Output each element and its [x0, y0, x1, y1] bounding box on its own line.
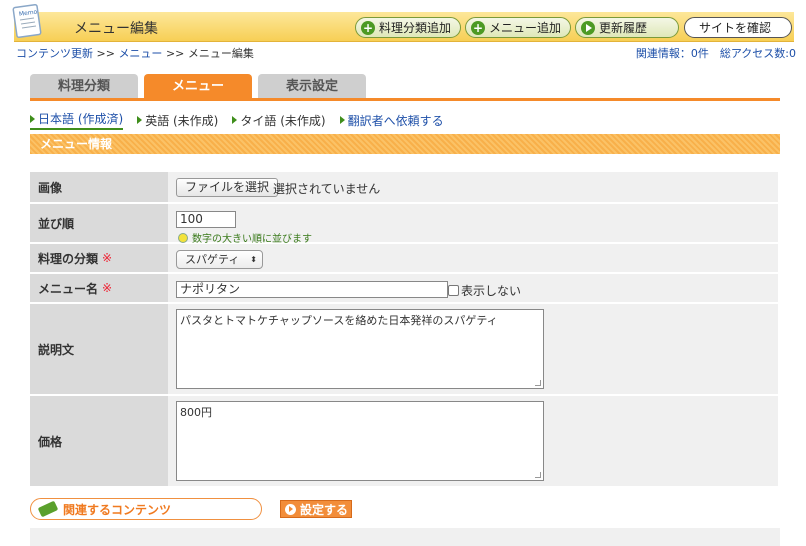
- breadcrumb-separator: >>: [96, 47, 115, 60]
- add-menu-button[interactable]: + メニュー追加: [465, 17, 571, 38]
- hide-checkbox[interactable]: 表示しない: [448, 282, 521, 299]
- description-label: 説明文: [30, 304, 168, 394]
- breadcrumb-menu[interactable]: メニュー: [118, 47, 162, 60]
- order-label: 並び順: [30, 204, 168, 242]
- price-row: 価格 800円: [30, 396, 778, 486]
- chevron-updown-icon: ⬍: [250, 255, 257, 264]
- file-status: 選択されていません: [273, 182, 381, 196]
- choose-file-button[interactable]: ファイルを選択: [176, 178, 279, 197]
- related-contents-button[interactable]: 関連するコンテンツ: [30, 498, 262, 520]
- resize-grip-icon[interactable]: [535, 380, 541, 386]
- add-category-button[interactable]: + 料理分類追加: [355, 17, 461, 38]
- price-label: 価格: [30, 396, 168, 486]
- image-label: 画像: [30, 172, 168, 202]
- breadcrumb-separator: >>: [165, 47, 185, 60]
- price-text: 800円: [180, 406, 212, 419]
- tab-menu[interactable]: メニュー: [144, 74, 252, 99]
- arrow-circle-icon: [285, 503, 296, 515]
- plus-icon: +: [361, 20, 375, 35]
- pencil-icon: [37, 500, 59, 518]
- tab-display-settings[interactable]: 表示設定: [258, 74, 366, 99]
- lightbulb-icon: [178, 232, 188, 243]
- menu-name-input[interactable]: ナポリタン: [176, 281, 448, 298]
- arrow-icon: [137, 116, 143, 124]
- category-label-text: 料理の分類: [38, 251, 99, 266]
- price-textarea[interactable]: 800円: [176, 401, 544, 481]
- required-mark: ※: [102, 281, 113, 295]
- category-row: 料理の分類 ※ スパゲティ ⬍: [30, 244, 778, 272]
- name-label-text: メニュー名: [38, 281, 99, 296]
- add-menu-label: メニュー追加: [489, 21, 562, 35]
- lang-english-label: 英語 (未作成): [145, 113, 219, 128]
- arrow-icon: [339, 116, 345, 124]
- category-select[interactable]: スパゲティ ⬍: [176, 250, 263, 269]
- breadcrumb: コンテンツ更新 >> メニュー >> メニュー編集: [16, 45, 254, 61]
- view-site-button[interactable]: サイトを確認: [684, 17, 792, 38]
- lang-japanese[interactable]: 日本語 (作成済): [30, 110, 124, 130]
- page-title: メニュー編集: [74, 21, 158, 37]
- add-category-label: 料理分類追加: [379, 21, 452, 35]
- plus-icon: +: [471, 20, 485, 35]
- history-button[interactable]: 更新履歴: [575, 17, 679, 38]
- description-textarea[interactable]: パスタとトマトケチャップソースを絡めた日本発祥のスパゲティ: [176, 309, 544, 389]
- name-row: メニュー名 ※ ナポリタン 表示しない: [30, 274, 778, 302]
- tab-underline: [30, 98, 780, 101]
- breadcrumb-current: メニュー編集: [187, 47, 254, 60]
- order-hint-text: 数字の大きい順に並びます: [192, 234, 312, 245]
- related-info[interactable]: 関連情報：0件 総アクセス数:0: [636, 45, 796, 61]
- tab-category[interactable]: 料理分類: [30, 74, 138, 99]
- hide-label: 表示しない: [461, 284, 522, 298]
- description-text: パスタとトマトケチャップソースを絡めた日本発祥のスパゲティ: [180, 314, 498, 327]
- required-mark: ※: [102, 251, 113, 265]
- arrow-icon: [232, 116, 238, 124]
- arrow-icon: [30, 114, 35, 123]
- view-site-label: サイトを確認: [699, 21, 772, 35]
- lang-english[interactable]: 英語 (未作成): [137, 110, 218, 130]
- category-selected: スパゲティ: [185, 253, 240, 266]
- name-label: メニュー名 ※: [30, 274, 168, 302]
- section-title: メニュー情報: [30, 134, 780, 154]
- lang-thai[interactable]: タイ語 (未作成): [232, 110, 326, 130]
- request-translator-link[interactable]: 翻訳者へ依頼する: [339, 110, 444, 130]
- category-label: 料理の分類 ※: [30, 244, 168, 272]
- order-row: 並び順 100 数字の大きい順に並びます: [30, 204, 778, 245]
- resize-grip-icon[interactable]: [535, 472, 541, 478]
- order-input[interactable]: 100: [176, 211, 236, 228]
- image-row: 画像 ファイルを選択 選択されていません: [30, 172, 778, 202]
- bottom-bar: [30, 528, 780, 546]
- language-links: 日本語 (作成済) 英語 (未作成) タイ語 (未作成) 翻訳者へ依頼する: [30, 110, 458, 130]
- submit-label: 設定する: [300, 502, 349, 517]
- order-hint: 数字の大きい順に並びます: [178, 230, 312, 245]
- checkbox-icon[interactable]: [448, 285, 459, 296]
- memo-icon: Memo: [12, 3, 42, 39]
- submit-button[interactable]: 設定する: [280, 500, 352, 518]
- breadcrumb-content-update[interactable]: コンテンツ更新: [16, 47, 93, 60]
- request-translator-label: 翻訳者へ依頼する: [347, 113, 444, 128]
- description-row: 説明文 パスタとトマトケチャップソースを絡めた日本発祥のスパゲティ: [30, 304, 778, 394]
- history-label: 更新履歴: [599, 21, 648, 35]
- play-icon: [581, 20, 595, 35]
- related-contents-label: 関連するコンテンツ: [63, 502, 172, 517]
- lang-thai-label: タイ語 (未作成): [240, 113, 326, 128]
- lang-japanese-label: 日本語 (作成済): [38, 112, 124, 126]
